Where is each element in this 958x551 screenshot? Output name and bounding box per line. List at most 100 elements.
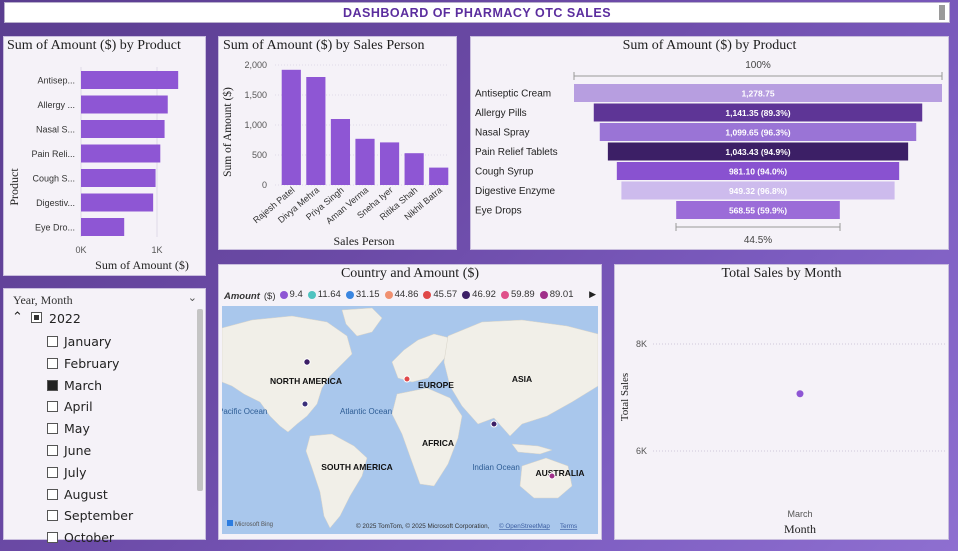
map-attribution: © 2025 TomTom, © 2025 Microsoft Corporat… xyxy=(356,522,490,530)
product-bar-chart-ylabel: Product xyxy=(7,168,21,206)
map-legend-item: 89.01 xyxy=(539,289,574,300)
map-point-india xyxy=(490,420,498,428)
product-category-label: Pain Reli... xyxy=(31,149,75,159)
map-legend-value: 89.01 xyxy=(549,289,574,300)
funnel-value-label: 1,141.35 (89.3%) xyxy=(725,108,790,118)
product-category-label: Allergy ... xyxy=(37,100,75,110)
slicer-month-label[interactable]: June xyxy=(64,443,91,458)
slicer-year-label[interactable]: 2022 xyxy=(49,311,81,326)
product-bar xyxy=(81,120,165,138)
salesperson-bar-chart-xlabel: Sales Person xyxy=(334,234,395,248)
salesperson-ytick: 1,500 xyxy=(244,90,267,100)
slicer-month-label[interactable]: August xyxy=(64,487,108,502)
map-legend-title: Amount xyxy=(224,290,260,302)
dashboard-title-bar: DASHBOARD OF PHARMACY OTC SALES xyxy=(4,2,950,23)
europe-land xyxy=(391,333,451,383)
funnel-value-label: 981.10 (94.0%) xyxy=(729,167,787,177)
slicer-year-checkbox[interactable] xyxy=(31,312,42,323)
slicer-month-label[interactable]: September xyxy=(64,508,133,523)
world-map[interactable]: NORTH AMERICA EUROPE ASIA AFRICA SOUTH A… xyxy=(222,306,598,534)
legend-dot-icon xyxy=(279,290,288,299)
product-bar xyxy=(81,144,161,163)
map-legend-item: 59.89 xyxy=(500,289,535,300)
slicer-month-label[interactable]: February xyxy=(64,356,119,371)
salesperson-bar xyxy=(330,119,351,185)
funnel-bottom-percent: 44.5% xyxy=(744,235,772,246)
africa-land xyxy=(391,387,463,487)
dashboard-title: DASHBOARD OF PHARMACY OTC SALES xyxy=(342,6,612,20)
product-funnel-chart: 100% 44.5% Antiseptic Cream 1,278.75 Aller… xyxy=(475,60,943,246)
product-bar xyxy=(81,169,156,187)
funnel-value-label: 949.32 (96.8%) xyxy=(729,186,787,196)
map-legend-item: 46.92 xyxy=(462,289,496,300)
map-legend-unit: ($) xyxy=(263,290,276,302)
year-month-slicer[interactable]: Year, Month ⌄ ⌃ 2022 January February Marc… xyxy=(3,288,206,545)
product-funnel-panel[interactable]: Sum of Amount ($) by Product 100% 44.5% … xyxy=(470,36,949,250)
funnel-category-label: Nasal Spray xyxy=(475,128,529,139)
salesperson-ytick: 0 xyxy=(262,180,267,190)
country-map-panel[interactable]: Country and Amount ($) Amount ($) 9.4 11.64… xyxy=(218,264,602,540)
slicer-month-checkbox[interactable] xyxy=(47,379,58,391)
map-legend-value: 31.15 xyxy=(355,289,380,300)
product-bar xyxy=(81,71,179,89)
map-point-usa xyxy=(301,400,309,408)
slicer-month-checkbox[interactable] xyxy=(47,357,58,369)
month-chart-point xyxy=(796,390,804,398)
slicer-month-checkbox[interactable] xyxy=(47,401,58,413)
salesperson-bar-chart: Sum of Amount ($) Sales Person 2,000 1,50… xyxy=(221,60,449,248)
salesperson-bar-chart-panel[interactable]: Sum of Amount ($) by Sales Person Sum of… xyxy=(218,36,457,250)
slicer-collapse-icon[interactable]: ⌃ xyxy=(12,310,23,325)
map-legend-value: 59.89 xyxy=(510,289,535,300)
map-point-australia xyxy=(548,472,556,480)
slicer-month-checkbox[interactable] xyxy=(47,466,58,478)
map-region-australia: AUSTRALIA xyxy=(535,468,584,478)
salesperson-bar xyxy=(404,153,424,185)
australia-land xyxy=(519,457,573,499)
map-legend-item: 11.64 xyxy=(307,289,341,300)
slicer-month-checkbox[interactable] xyxy=(47,510,58,522)
slicer-month-label[interactable]: October xyxy=(64,530,114,545)
chevron-down-icon[interactable]: ⌄ xyxy=(188,291,197,304)
funnel-top-percent: 100% xyxy=(745,60,771,71)
product-bar xyxy=(81,193,154,212)
funnel-category-label: Cough Syrup xyxy=(475,167,534,178)
slicer-scrollbar[interactable] xyxy=(197,309,203,491)
map-legend-value: 46.92 xyxy=(472,289,496,300)
legend-next-icon[interactable]: ▶ xyxy=(589,289,596,300)
south-america-land xyxy=(305,433,368,529)
salesperson-ytick: 1,000 xyxy=(244,120,267,130)
slicer-title: Year, Month xyxy=(13,293,73,307)
legend-dot-icon xyxy=(462,290,471,299)
slicer-month-label[interactable]: April xyxy=(64,399,93,414)
map-title: Country and Amount ($) xyxy=(340,266,480,281)
funnel-category-label: Antiseptic Cream xyxy=(475,89,551,100)
legend-dot-icon xyxy=(307,290,316,299)
product-category-label: Nasal S... xyxy=(36,125,75,135)
salesperson-ytick: 500 xyxy=(252,150,267,160)
legend-dot-icon xyxy=(500,290,509,299)
product-bar-chart-panel[interactable]: Sum of Amount ($) by Product Product Sum… xyxy=(3,36,206,276)
map-region-north-america: NORTH AMERICA xyxy=(270,376,342,386)
slicer-month-checkbox[interactable] xyxy=(47,532,58,544)
funnel-category-label: Eye Drops xyxy=(475,206,522,217)
funnel-value-label: 1,043.43 (94.9%) xyxy=(725,147,790,157)
map-legend-value: 9.4 xyxy=(289,289,303,300)
slicer-month-label[interactable]: January xyxy=(64,334,111,349)
month-sales-chart-panel[interactable]: Total Sales by Month Total Sales Month 8… xyxy=(614,264,949,540)
salesperson-bar xyxy=(429,167,449,185)
map-point-uk xyxy=(403,375,411,383)
slicer-month-label[interactable]: March xyxy=(64,378,102,393)
slicer-month-checkbox[interactable] xyxy=(47,488,58,500)
slicer-month-checkbox[interactable] xyxy=(47,445,58,456)
slicer-month-label[interactable]: May xyxy=(64,421,90,436)
product-bar-chart: Product Sum of Amount ($) 0K 1K Antisep...… xyxy=(7,67,189,272)
title-scrollbar[interactable] xyxy=(939,5,945,20)
salesperson-bar xyxy=(281,69,301,185)
map-legend: Amount ($) 9.4 11.64 31.15 44.86 45.57 46.92 59.… xyxy=(224,289,579,302)
slicer-month-label[interactable]: July xyxy=(64,465,86,480)
slicer-month-checkbox[interactable] xyxy=(47,336,58,347)
map-region-europe: EUROPE xyxy=(418,380,454,390)
funnel-value-label: 568.55 (59.9%) xyxy=(729,206,787,216)
map-ocean-indian: Indian Ocean xyxy=(472,463,520,472)
slicer-month-checkbox[interactable] xyxy=(47,423,58,435)
